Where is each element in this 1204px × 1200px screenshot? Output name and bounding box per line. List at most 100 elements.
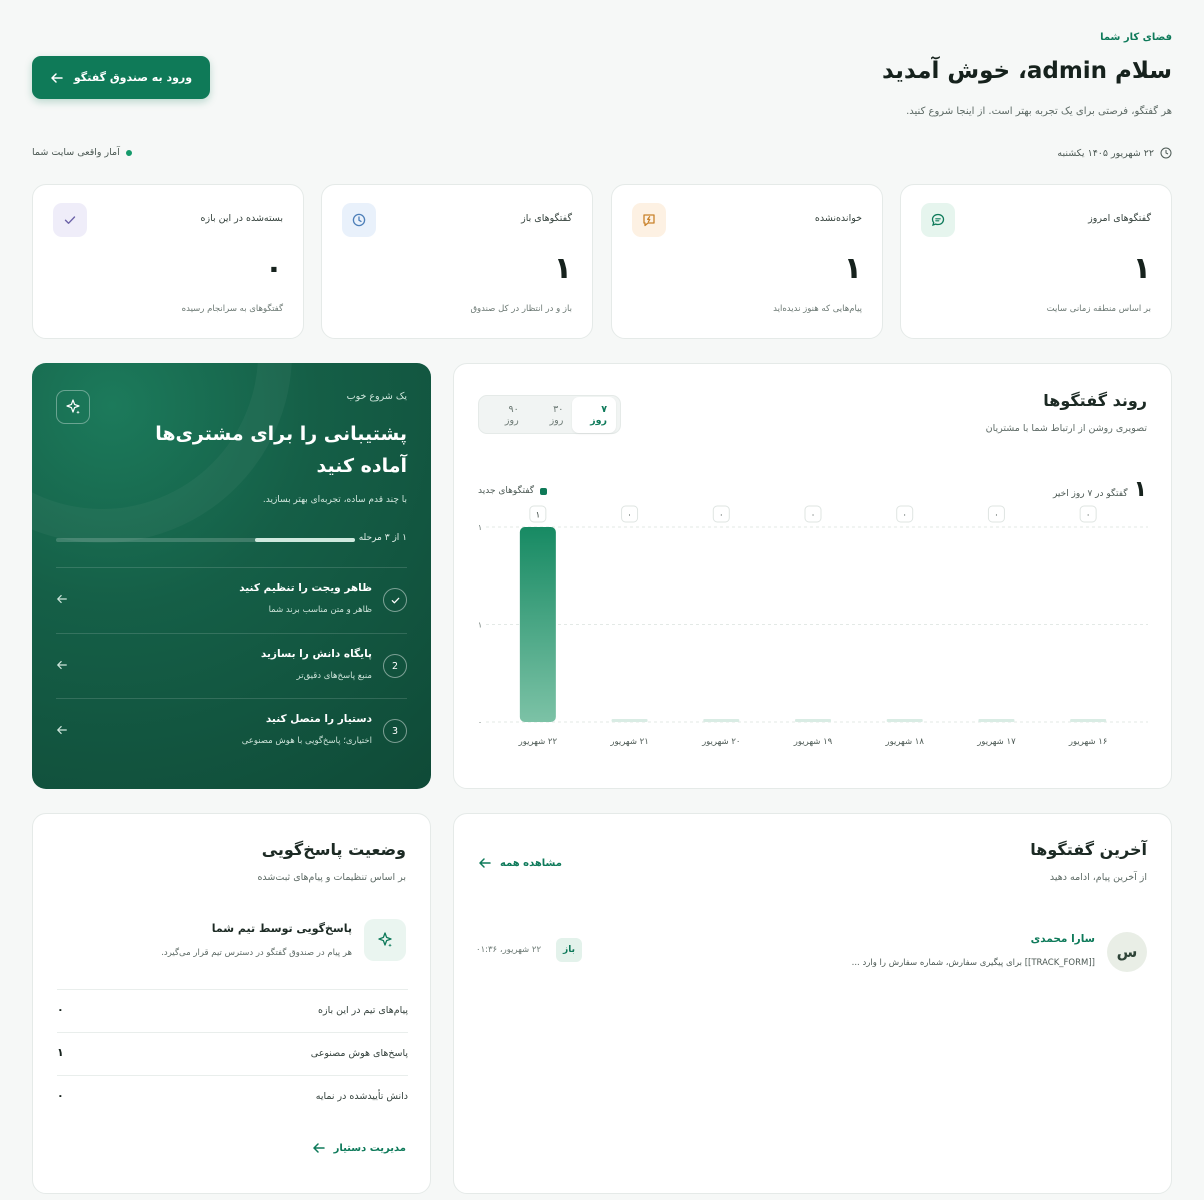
page-subtitle: هر گفتگو، فرصتی برای یک تجربه بهتر است. … (906, 106, 1172, 117)
step-title: پایگاه دانش را بسازید (260, 648, 372, 660)
enter-inbox-label: ورود به صندوق گفتگو (73, 71, 193, 84)
stat-value: ۱ (553, 251, 572, 286)
onboarding-step[interactable]: 3 دستیار را متصل کنید اختیاری؛ پاسخ‌گویی… (56, 698, 407, 762)
latest-title: آخرین گفتگوها (1030, 840, 1147, 859)
stat-value: ۰ (264, 251, 283, 286)
check-icon (53, 203, 87, 237)
stat-note: پیام‌هایی که هنوز ندیده‌اید (773, 304, 862, 314)
range-option[interactable]: ۹۰ روز (483, 397, 528, 433)
stat-label: خوانده‌نشده (814, 213, 862, 224)
avatar: س (1107, 932, 1147, 972)
x-tick-label: ۱۹ شهریور (793, 737, 833, 747)
onboarding-step[interactable]: 2 پایگاه دانش را بسازید منبع پاسخ‌های دق… (56, 633, 407, 697)
bar-value-label: ۰ (1086, 511, 1091, 521)
trend-title: روند گفتگوها (1043, 391, 1147, 410)
metric-value: ۰ (57, 1089, 64, 1102)
stat-card: خوانده‌نشده ۱ پیام‌هایی که هنوز ندیده‌ای… (611, 184, 883, 339)
x-tick-label: ۲۰ شهریور (701, 737, 740, 747)
lightning-message-icon (632, 203, 666, 237)
conversation-trend-card: روند گفتگوها تصویری روشن از ارتباط شما ب… (453, 363, 1172, 789)
x-tick-label: ۱۸ شهریور (884, 737, 924, 747)
onboarding-progress-bar (56, 538, 355, 542)
check-icon (391, 597, 399, 603)
chat-bubble-icon (921, 203, 955, 237)
chart-bar[interactable] (978, 719, 1015, 722)
chart-bar[interactable] (795, 719, 831, 722)
reply-status-card: وضعیت پاسخ‌گویی بر اساس تنظیمات و پیام‌ه… (32, 813, 431, 1194)
metric-value: ۰ (57, 1003, 64, 1016)
chart-bar[interactable] (1070, 719, 1107, 722)
arrow-left-icon (57, 660, 67, 670)
see-all-link[interactable]: مشاهده همه (478, 856, 562, 870)
page-title: سلام admin، خوش آمدید (882, 58, 1172, 84)
chart-bar[interactable] (611, 719, 648, 722)
onboarding-title: پشتیبانی را برای مشتری‌ها آماده کنید (155, 423, 407, 477)
y-tick-label: ۱ (478, 523, 482, 532)
current-date: ۲۲ شهریور ۱۴۰۵ یکشنبه (1057, 147, 1154, 159)
stat-label: بسته‌شده در این بازه (200, 213, 284, 224)
chart-bar[interactable] (519, 527, 556, 722)
x-tick-label: ۲۲ شهریور (518, 737, 558, 747)
conversation-item[interactable]: س سارا محمدی [[TRACK_FORM]] برای پیگیری … (476, 930, 1147, 972)
arrow-left-icon (57, 594, 67, 604)
metric-label: پاسخ‌های هوش مصنوعی (310, 1048, 408, 1059)
clock-icon (1160, 147, 1172, 159)
arrow-left-icon (51, 72, 63, 83)
stat-value: ۱ (843, 251, 862, 286)
chart-legend: گفتگوهای جدید (478, 486, 548, 496)
step-title: دستیار را متصل کنید (265, 713, 372, 725)
manage-assistant-link[interactable]: مدیریت دستیار (312, 1141, 406, 1155)
range-option[interactable]: ۳۰ روز (528, 397, 573, 433)
step-number: 3 (391, 725, 399, 737)
bar-value-label: ۱ (536, 511, 541, 521)
legend-swatch (540, 487, 548, 495)
stat-note: گفتگوهای به سرانجام رسیده (181, 304, 283, 314)
stat-label: گفتگوهای امروز (1088, 213, 1151, 224)
onboarding-card: یک شروع خوب پشتیبانی را برای مشتری‌ها آم… (32, 363, 431, 789)
step-indicator: 3 (383, 719, 407, 743)
onboarding-step[interactable]: ظاهر ویجت را تنظیم کنید ظاهر و متن مناسب… (56, 567, 407, 631)
chart-bar[interactable] (886, 719, 923, 722)
conversation-preview: [[TRACK_FORM]] برای پیگیری سفارش، شماره … (851, 958, 1095, 968)
stat-label: گفتگوهای باز (521, 213, 572, 224)
trend-bar-chart: ۱ ۱ ۰ ۱ ۲۲ شهریور ۰ ۲۱ شهریور ۰ ۲۰ شهریور ۰ ۱۹ شهر… (478, 505, 1148, 747)
manage-assistant-label: مدیریت دستیار (333, 1142, 406, 1154)
stat-note: بر اساس منطقه زمانی سایت (1046, 304, 1151, 314)
trend-subtitle: تصویری روشن از ارتباط شما با مشتریان (985, 423, 1147, 434)
trend-count: ۱ گفتگو در ۷ روز اخیر (1053, 477, 1147, 502)
live-stats-label: آمار واقعی سایت شما (32, 147, 120, 158)
metric-value: ۱ (57, 1046, 64, 1059)
bar-value-label: ۰ (811, 511, 816, 521)
step-desc: اختیاری؛ پاسخ‌گویی با هوش مصنوعی (241, 736, 372, 746)
x-tick-label: ۱۶ شهریور (1068, 737, 1107, 747)
enter-inbox-button[interactable]: ورود به صندوق گفتگو (32, 56, 210, 99)
status-badge: باز (556, 938, 582, 962)
step-number: 2 (391, 660, 399, 672)
step-desc: ظاهر و متن مناسب برند شما (268, 605, 372, 615)
step-indicator: 2 (383, 654, 407, 678)
live-dot-icon (125, 149, 132, 156)
trend-count-label: گفتگو در ۷ روز اخیر (1052, 489, 1128, 499)
bar-value-label: ۰ (719, 511, 724, 521)
reply-metric-row: پیام‌های تیم در این بازه ۰ (57, 989, 408, 1032)
stat-card: گفتگوهای امروز ۱ بر اساس منطقه زمانی سای… (900, 184, 1172, 339)
stat-card: بسته‌شده در این بازه ۰ گفتگوهای به سرانج… (32, 184, 304, 339)
sparkle-icon (56, 390, 90, 424)
clock-icon (342, 203, 376, 237)
onboarding-progress-fill (255, 538, 355, 542)
live-stats-indicator: آمار واقعی سایت شما (32, 147, 132, 158)
chart-bar[interactable] (703, 719, 740, 722)
stat-note: باز و در انتظار در کل صندوق (470, 304, 572, 314)
onboarding-progress-label: ۱ از ۳ مرحله (358, 533, 407, 543)
onboarding-kicker: یک شروع خوب (346, 391, 407, 402)
step-desc: منبع پاسخ‌های دقیق‌تر (296, 671, 372, 681)
range-option[interactable]: ۷ روز (572, 396, 616, 433)
reply-metric-row: دانش تأییدشده در نمایه ۰ (57, 1075, 408, 1118)
legend-label: گفتگوهای جدید (478, 486, 535, 496)
reply-title: وضعیت پاسخ‌گویی (261, 840, 406, 859)
y-tick-label: ۱ (478, 621, 482, 630)
onboarding-subtitle: با چند قدم ساده، تجربه‌ای بهتر بسازید. (262, 495, 407, 505)
metric-label: پیام‌های تیم در این بازه (318, 1005, 408, 1016)
arrow-left-icon (479, 858, 491, 868)
x-tick-label: ۲۱ شهریور (609, 737, 648, 747)
